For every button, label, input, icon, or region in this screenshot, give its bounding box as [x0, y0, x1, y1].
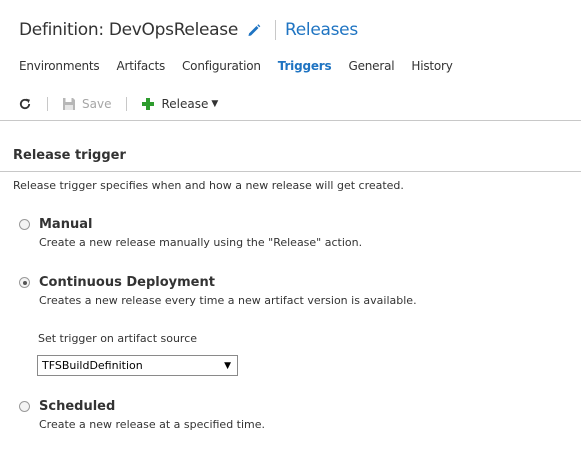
save-button: Save: [82, 97, 112, 111]
scheduled-radio[interactable]: [19, 401, 30, 412]
header-divider: [275, 20, 277, 40]
plus-icon[interactable]: [141, 97, 155, 111]
toolbar-divider-line: [0, 120, 581, 121]
artifact-source-label: Set trigger on artifact source: [38, 332, 198, 345]
edit-pencil-icon[interactable]: [246, 22, 262, 38]
release-button[interactable]: Release: [161, 97, 208, 111]
option-title: Manual: [39, 217, 93, 232]
option-title: Scheduled: [39, 399, 116, 414]
toolbar: Save Release ▼: [18, 93, 218, 115]
artifact-source-select[interactable]: TFSBuildDefinition ▼: [37, 355, 238, 376]
toolbar-divider: [126, 97, 128, 111]
page-title: Definition: DevOpsRelease: [19, 20, 239, 40]
dropdown-arrow-icon[interactable]: ▼: [224, 361, 231, 371]
tab-general[interactable]: General: [348, 59, 394, 73]
manual-radio[interactable]: [19, 219, 30, 230]
refresh-icon[interactable]: [18, 97, 32, 111]
section-description: Release trigger specifies when and how a…: [13, 179, 404, 192]
option-description: Creates a new release every time a new a…: [39, 294, 417, 307]
tab-history[interactable]: History: [411, 59, 452, 73]
section-divider: [0, 171, 581, 172]
tab-environments[interactable]: Environments: [19, 59, 100, 73]
artifact-source-value: TFSBuildDefinition: [42, 359, 143, 372]
save-disk-icon: [63, 98, 75, 110]
tab-triggers[interactable]: Triggers: [278, 59, 332, 73]
option-description: Create a new release at a specified time…: [39, 418, 266, 431]
definition-tabs: Environments Artifacts Configuration Tri…: [19, 59, 470, 73]
continuous-deployment-radio[interactable]: [19, 277, 30, 288]
tab-artifacts[interactable]: Artifacts: [116, 59, 165, 73]
toolbar-divider: [47, 97, 48, 111]
tab-configuration[interactable]: Configuration: [182, 59, 261, 73]
option-title: Continuous Deployment: [39, 275, 215, 290]
releases-link[interactable]: Releases: [285, 20, 358, 40]
page-header: Definition: DevOpsRelease Releases: [19, 17, 358, 43]
caret-down-icon[interactable]: ▼: [211, 99, 218, 109]
section-title: Release trigger: [13, 148, 126, 163]
option-description: Create a new release manually using the …: [39, 236, 363, 249]
